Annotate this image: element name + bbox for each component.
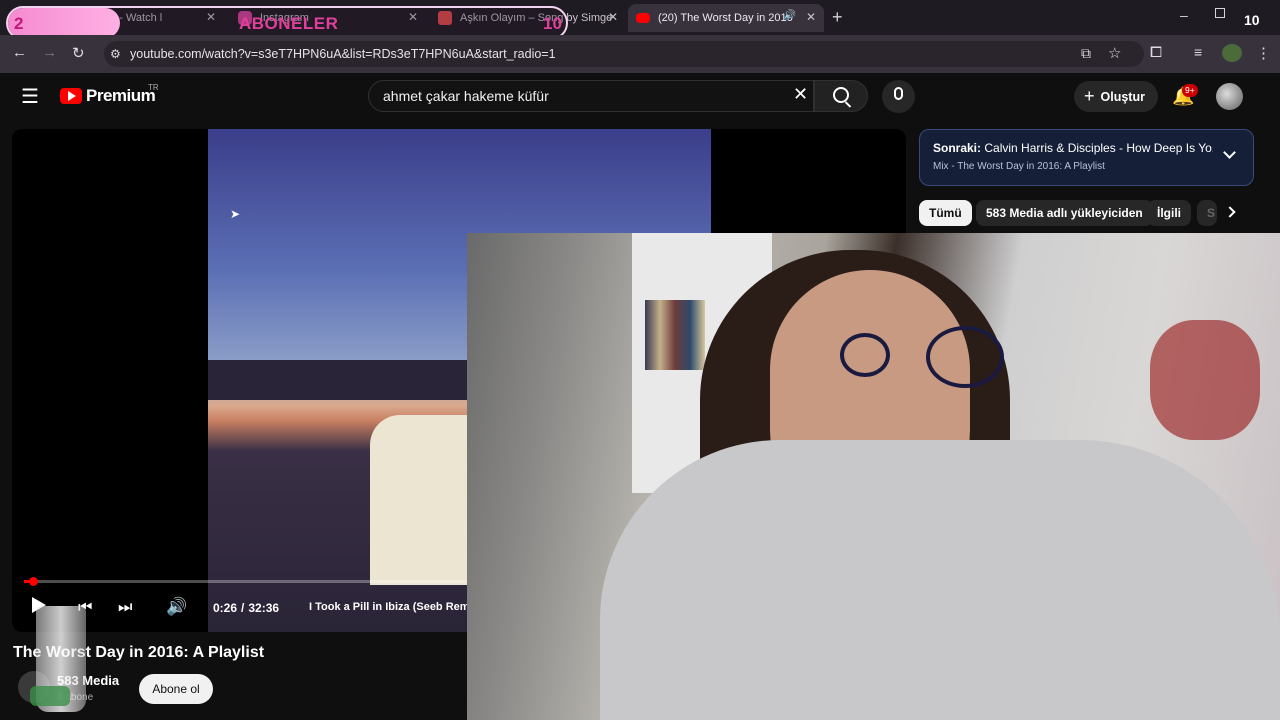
new-tab-button[interactable]: + [832,7,843,28]
browser-menu-icon[interactable]: ⋮ [1256,44,1271,62]
wall-art-handprint [1150,320,1260,440]
mouse-cursor-icon: ➤ [230,207,241,221]
install-app-icon[interactable]: ⧉ [1081,45,1091,62]
address-bar[interactable]: youtube.com/watch?v=s3eT7HPN6uA&list=RDs… [104,41,1144,67]
clear-search-icon[interactable]: ✕ [793,84,808,105]
profile-avatar[interactable] [1222,44,1242,62]
webcam-person-hoodie [600,440,1280,720]
search-query: ahmet çakar hakeme küfür [383,88,549,104]
next-up-title: Calvin Harris & Disciples - How Deep Is … [984,141,1213,155]
chapter-title[interactable]: I Took a Pill in Ibiza (Seeb Remix [309,601,469,613]
webcam-books [645,300,705,370]
reload-icon[interactable]: ↻ [72,44,85,62]
back-icon[interactable]: ← [12,44,27,61]
subscriber-goal-progress [8,8,120,38]
create-button[interactable]: + Oluştur [1074,81,1158,112]
progress-track[interactable] [24,580,466,583]
progress-scrubber-handle[interactable] [29,577,38,586]
subscribe-button[interactable]: Abone ol [139,674,213,704]
site-info-icon[interactable]: ⚙ [110,47,121,61]
chip-related[interactable]: İlgili [1147,200,1191,226]
search-icon [833,87,849,103]
create-label: Oluştur [1100,89,1145,104]
youtube-icon [636,13,650,23]
account-avatar[interactable] [1216,83,1243,110]
plus-icon: + [1084,86,1095,106]
hamburger-menu-icon[interactable]: ☰ [21,84,39,109]
goal-current-count: 2 [14,14,24,33]
goal-target-count: 10 [543,14,562,33]
url-text: youtube.com/watch?v=s3eT7HPN6uA&list=RDs… [130,47,556,61]
forward-icon[interactable]: → [42,44,57,61]
next-up-prefix: Sonraki: [933,141,982,155]
tab-label: (20) The Worst Day in 2016 [658,12,793,24]
time-separator: / [241,601,245,615]
playlist-next-up-panel[interactable] [919,129,1254,186]
media-control-icon[interactable]: ≡ [1194,44,1202,60]
time-total: 32:36 [248,601,280,615]
chip-partial[interactable]: S [1197,200,1217,226]
bookmark-star-icon[interactable]: ☆ [1108,44,1121,62]
chip-all[interactable]: Tümü [919,200,972,226]
youtube-play-glyph-icon [68,91,76,101]
chip-uploader[interactable]: 583 Media adlı yükleyiciden [976,200,1153,226]
time-display: 0:26 / 32:36 [213,601,279,615]
tab-close-icon[interactable]: ✕ [608,10,618,24]
tab-close-icon[interactable]: ✕ [806,10,816,24]
video-figure-arm [370,415,468,585]
glasses-right-lens [926,326,1004,388]
glasses-left-lens [840,333,890,377]
volume-icon[interactable]: 🔊 [166,597,187,617]
youtube-premium-logo[interactable]: Premium [86,86,156,106]
time-current: 0:26 [213,601,238,615]
microphone-icon [894,87,903,100]
corner-counter: 10 [1244,12,1260,28]
next-up-line: Sonraki: Calvin Harris & Disciples - How… [933,141,1213,155]
extensions-icon[interactable]: ⧠ [1150,44,1162,61]
maximize-button[interactable] [1215,8,1225,18]
region-code: TR [148,83,159,92]
search-input[interactable]: ahmet çakar hakeme küfür [368,80,814,112]
video-skyline-silhouette [208,360,468,400]
subscriber-goal-label: ABONELER [239,14,339,33]
next-up-playlist: Mix - The Worst Day in 2016: A Playlist [933,161,1105,172]
notification-count-badge: 9+ [1182,84,1198,97]
cup-stickers-graphic [30,686,70,706]
next-icon[interactable]: ⏭ [118,599,132,617]
minimize-button[interactable]: – [1180,7,1188,23]
tab-youtube-active[interactable]: (20) The Worst Day in 2016 🔊 ✕ [628,4,824,32]
audio-playing-icon[interactable]: 🔊 [784,10,796,21]
